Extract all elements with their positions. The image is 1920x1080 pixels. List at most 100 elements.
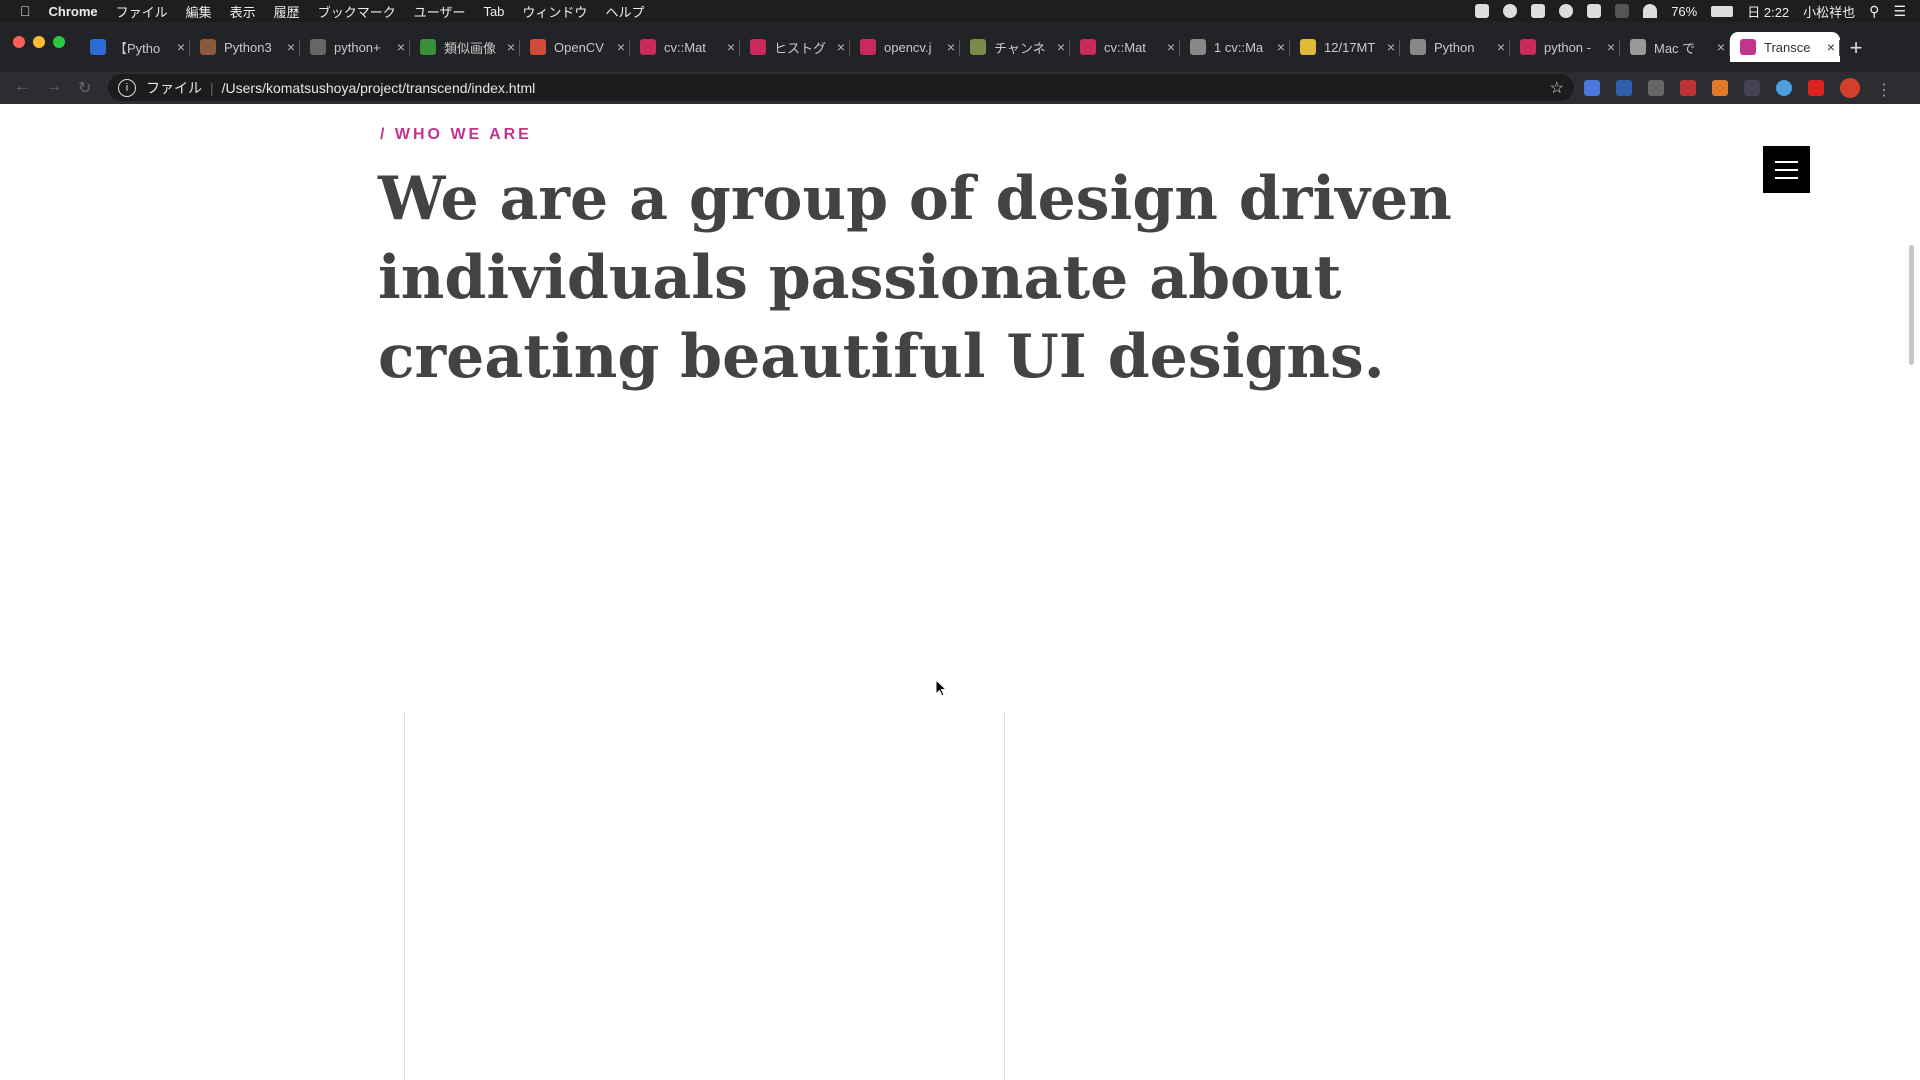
tab[interactable]: python - × bbox=[1510, 32, 1620, 62]
tab-favicon-icon bbox=[1080, 39, 1096, 55]
close-window-icon[interactable] bbox=[13, 36, 25, 48]
site-info-icon[interactable]: i bbox=[118, 78, 136, 97]
camera-extension-icon[interactable] bbox=[1648, 80, 1664, 96]
translate-extension-icon[interactable] bbox=[1584, 80, 1600, 96]
tab-title: 類似画像 bbox=[444, 40, 497, 56]
tab-close-icon[interactable]: × bbox=[832, 39, 850, 55]
tab[interactable]: ヒストグ × bbox=[740, 32, 850, 62]
tab[interactable]: cv::Mat × bbox=[630, 32, 740, 62]
new-tab-button[interactable]: + bbox=[1842, 34, 1870, 62]
profile-avatar[interactable] bbox=[1840, 78, 1860, 98]
column-divider-right bbox=[1004, 712, 1005, 1080]
minimize-window-icon[interactable] bbox=[33, 36, 45, 48]
tab[interactable]: チャンネ × bbox=[960, 32, 1070, 62]
tab[interactable]: 12/17MT × bbox=[1290, 32, 1400, 62]
tab-favicon-icon bbox=[1300, 39, 1316, 55]
record-extension-icon[interactable] bbox=[1808, 80, 1824, 96]
tab-close-icon[interactable]: × bbox=[1382, 39, 1400, 55]
notification-center-icon[interactable]: ☰ bbox=[1893, 3, 1906, 20]
page-scrollbar[interactable] bbox=[1909, 245, 1914, 365]
tab[interactable]: python+ × bbox=[300, 32, 410, 62]
menu-tab[interactable]: Tab bbox=[483, 4, 504, 19]
tab-close-icon[interactable]: × bbox=[392, 39, 410, 55]
tab-title: Transce bbox=[1764, 39, 1811, 55]
tab-favicon-icon bbox=[310, 39, 326, 55]
tab-close-icon[interactable]: × bbox=[1712, 39, 1730, 55]
chrome-menu-icon[interactable]: ⋮ bbox=[1876, 80, 1892, 99]
user-name[interactable]: 小松祥也 bbox=[1803, 2, 1855, 21]
tab-favicon-icon bbox=[970, 39, 986, 55]
tab-close-icon[interactable]: × bbox=[1602, 39, 1620, 55]
menu-user[interactable]: ユーザー bbox=[414, 2, 466, 21]
tab-close-icon[interactable]: × bbox=[502, 39, 520, 55]
tab-list: 【Pytho × Python3 × python+ × 類似画像 × OpenCV × cv::M… bbox=[80, 32, 1840, 66]
apple-menu-icon[interactable]:  bbox=[20, 3, 31, 19]
tab-close-icon[interactable]: × bbox=[1822, 39, 1840, 55]
spotlight-icon[interactable]: ⚲ bbox=[1869, 3, 1879, 20]
tab-close-icon[interactable]: × bbox=[1492, 39, 1510, 55]
snowflake-extension-icon[interactable] bbox=[1776, 80, 1792, 96]
zoom-window-icon[interactable] bbox=[53, 36, 65, 48]
tab-favicon-icon bbox=[640, 39, 656, 55]
tab[interactable]: 1 cv::Ma × bbox=[1180, 32, 1290, 62]
bookmark-star-icon[interactable]: ☆ bbox=[1550, 78, 1564, 98]
fox-extension-icon[interactable] bbox=[1712, 80, 1728, 96]
column-divider-left bbox=[404, 712, 405, 1080]
tab-title: ヒストグ bbox=[774, 40, 827, 56]
menu-history[interactable]: 履歴 bbox=[274, 2, 300, 21]
tab-active[interactable]: Transce × bbox=[1730, 32, 1840, 62]
tab-title: python - bbox=[1544, 39, 1591, 55]
tab-title: cv::Mat bbox=[664, 39, 706, 55]
tab-title: python+ bbox=[334, 39, 381, 55]
tab[interactable]: Python × bbox=[1400, 32, 1510, 62]
wifi-icon[interactable] bbox=[1643, 4, 1658, 18]
menu-view[interactable]: 表示 bbox=[230, 2, 256, 21]
address-separator: | bbox=[210, 79, 214, 96]
tab-close-icon[interactable]: × bbox=[612, 39, 630, 55]
clock[interactable]: 日 2:22 bbox=[1747, 2, 1789, 21]
gif-extension-icon[interactable] bbox=[1680, 80, 1696, 96]
bluetooth-icon[interactable] bbox=[1615, 4, 1630, 18]
menu-edit[interactable]: 編集 bbox=[186, 2, 212, 21]
forward-icon[interactable]: → bbox=[46, 78, 62, 96]
hamburger-line bbox=[1775, 169, 1798, 171]
reload-icon[interactable]: ↻ bbox=[78, 78, 91, 98]
tab[interactable]: Python3 × bbox=[190, 32, 300, 62]
extensions-area: ⋮ bbox=[1584, 78, 1898, 99]
menu-bookmarks[interactable]: ブックマーク bbox=[318, 2, 396, 21]
selenium-extension-icon[interactable] bbox=[1744, 80, 1760, 96]
record-icon[interactable] bbox=[1475, 4, 1490, 18]
tab-title: Python3 bbox=[224, 39, 272, 55]
tab-close-icon[interactable]: × bbox=[282, 39, 300, 55]
tab-close-icon[interactable]: × bbox=[722, 39, 740, 55]
battery-icon[interactable] bbox=[1711, 5, 1734, 17]
tab[interactable]: 類似画像 × bbox=[410, 32, 520, 62]
evernote-icon[interactable] bbox=[1531, 4, 1546, 18]
menu-help[interactable]: ヘルプ bbox=[605, 2, 644, 21]
tab-close-icon[interactable]: × bbox=[1052, 39, 1070, 55]
tab[interactable]: OpenCV × bbox=[520, 32, 630, 62]
menu-window[interactable]: ウィンドウ bbox=[522, 2, 587, 21]
tab-close-icon[interactable]: × bbox=[942, 39, 960, 55]
dictionary-extension-icon[interactable] bbox=[1616, 80, 1632, 96]
tab-title: Python bbox=[1434, 39, 1475, 55]
tab[interactable]: Mac で × bbox=[1620, 32, 1730, 62]
menu-app-name[interactable]: Chrome bbox=[49, 4, 98, 19]
tab-title: 1 cv::Ma bbox=[1214, 39, 1264, 55]
hamburger-menu-button[interactable] bbox=[1763, 146, 1810, 193]
input-method-icon[interactable] bbox=[1587, 4, 1602, 18]
tab-close-icon[interactable]: × bbox=[1162, 39, 1180, 55]
tab[interactable]: opencv.j × bbox=[850, 32, 960, 62]
tab-favicon-icon bbox=[420, 39, 436, 55]
creative-cloud-icon[interactable] bbox=[1559, 4, 1574, 18]
address-url[interactable]: /Users/komatsushoya/project/transcend/in… bbox=[222, 80, 536, 96]
tab-title: opencv.j bbox=[884, 39, 932, 55]
tab[interactable]: cv::Mat × bbox=[1070, 32, 1180, 62]
back-icon[interactable]: ← bbox=[14, 78, 30, 96]
tab-close-icon[interactable]: × bbox=[172, 39, 190, 55]
menu-file[interactable]: ファイル bbox=[116, 2, 168, 21]
tab-close-icon[interactable]: × bbox=[1272, 39, 1290, 55]
tab[interactable]: 【Pytho × bbox=[80, 32, 190, 62]
grammarly-icon[interactable] bbox=[1503, 4, 1518, 18]
address-bar[interactable]: i ファイル | /Users/komatsushoya/project/tra… bbox=[108, 74, 1574, 101]
